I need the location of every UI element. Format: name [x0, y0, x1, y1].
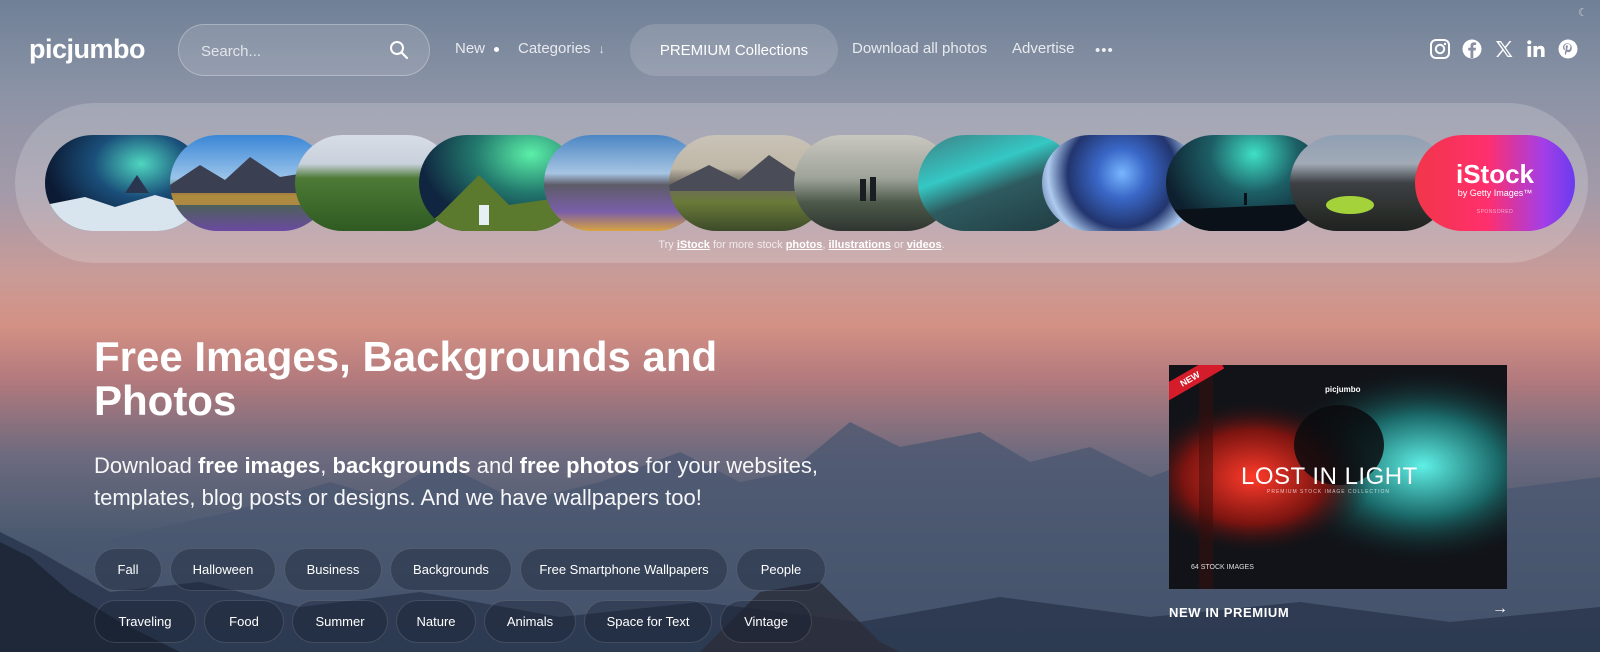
site-logo[interactable]: picjumbo	[29, 34, 146, 65]
dark-mode-toggle-icon[interactable]: ☾	[1578, 6, 1588, 19]
hero-sub-bold-3: free photos	[519, 453, 640, 478]
premium-card-title: LOST IN LIGHT	[1241, 463, 1418, 490]
premium-card-brand: picjumbo	[1325, 385, 1361, 394]
stock-photo-carousel: iStock by Getty Images™ SPONSORED Try iS…	[15, 103, 1588, 263]
new-dot-icon	[494, 46, 500, 52]
try-or: or	[893, 239, 904, 251]
tag-chip[interactable]: Space for Text	[584, 600, 712, 643]
tag-chip[interactable]: Free Smartphone Wallpapers	[520, 548, 728, 591]
linkedin-icon[interactable]	[1525, 38, 1547, 60]
nav-categories-link[interactable]: Categories ↓	[518, 40, 605, 57]
tag-chip[interactable]: Fall	[94, 548, 162, 591]
tag-chip[interactable]: Animals	[484, 600, 576, 643]
nav-categories-label: Categories	[518, 40, 591, 57]
try-photos-link[interactable]: photos	[786, 239, 823, 251]
instagram-icon[interactable]	[1429, 38, 1451, 60]
premium-card-count: 64 STOCK IMAGES	[1191, 564, 1254, 571]
nav-new-label: New	[455, 40, 486, 57]
tag-chip[interactable]: People	[736, 548, 826, 591]
search-icon[interactable]	[389, 40, 409, 60]
istock-sub: by Getty Images™	[1457, 188, 1533, 198]
x-icon[interactable]	[1493, 38, 1515, 60]
try-illustrations-link[interactable]: illustrations	[829, 239, 891, 251]
new-in-premium-link[interactable]: NEW IN PREMIUM	[1169, 605, 1289, 620]
tag-chip[interactable]: Backgrounds	[390, 548, 512, 591]
nav-download-all-link[interactable]: Download all photos	[852, 40, 987, 57]
istock-logo: iStock	[1455, 159, 1535, 189]
pinterest-icon[interactable]	[1557, 38, 1579, 60]
nav-new-link[interactable]: New	[455, 40, 500, 57]
try-videos-link[interactable]: videos	[907, 239, 942, 251]
arrow-down-icon: ↓	[598, 42, 605, 56]
search-input[interactable]	[199, 39, 383, 63]
istock-sponsored-label: SPONSORED	[1476, 209, 1514, 215]
hero-sub-bold-2: backgrounds	[332, 453, 471, 478]
try-mid: for more stock	[712, 239, 783, 251]
premium-collections-button[interactable]: PREMIUM Collections	[630, 24, 838, 76]
try-istock-link[interactable]: iStock	[677, 239, 710, 251]
tag-chip[interactable]: Business	[284, 548, 382, 591]
tag-chip[interactable]: Vintage	[720, 600, 812, 643]
tag-chip[interactable]: Summer	[292, 600, 388, 643]
premium-collection-card[interactable]: NEW picjumbo LOST IN LIGHT PREMIUM STOCK…	[1169, 365, 1507, 589]
hero-subtitle: Download free images, backgrounds and fr…	[94, 450, 894, 514]
tag-chip[interactable]: Food	[204, 600, 284, 643]
tag-chip[interactable]: Halloween	[170, 548, 276, 591]
tag-chip[interactable]: Nature	[396, 600, 476, 643]
hero-title: Free Images, Backgrounds and Photos	[94, 333, 718, 424]
hero-sub-bold-1: free images	[197, 453, 321, 478]
tag-chip[interactable]: Traveling	[94, 600, 196, 643]
nav-advertise-link[interactable]: Advertise	[1012, 40, 1075, 57]
istock-sponsored-tile[interactable]: iStock by Getty Images™ SPONSORED	[1415, 135, 1575, 231]
hero-sub-part-1: Download	[94, 453, 192, 478]
search-box[interactable]	[178, 24, 430, 76]
more-menu-icon[interactable]: •••	[1095, 42, 1114, 59]
try-prefix: Try	[658, 239, 674, 251]
arrow-right-icon[interactable]: →	[1492, 600, 1508, 618]
hero-sub-part-3: and	[476, 453, 514, 478]
top-navigation: picjumbo New Categories ↓ PREMIUM Collec…	[0, 0, 1600, 100]
try-comma: ,	[822, 239, 826, 251]
premium-card-subtitle: PREMIUM STOCK IMAGE COLLECTION	[1267, 489, 1390, 495]
try-end: .	[941, 239, 945, 251]
facebook-icon[interactable]	[1461, 38, 1483, 60]
istock-promo-line: Try iStock for more stock photos, illust…	[15, 239, 1588, 251]
hero-sub-part-2: ,	[320, 453, 327, 478]
